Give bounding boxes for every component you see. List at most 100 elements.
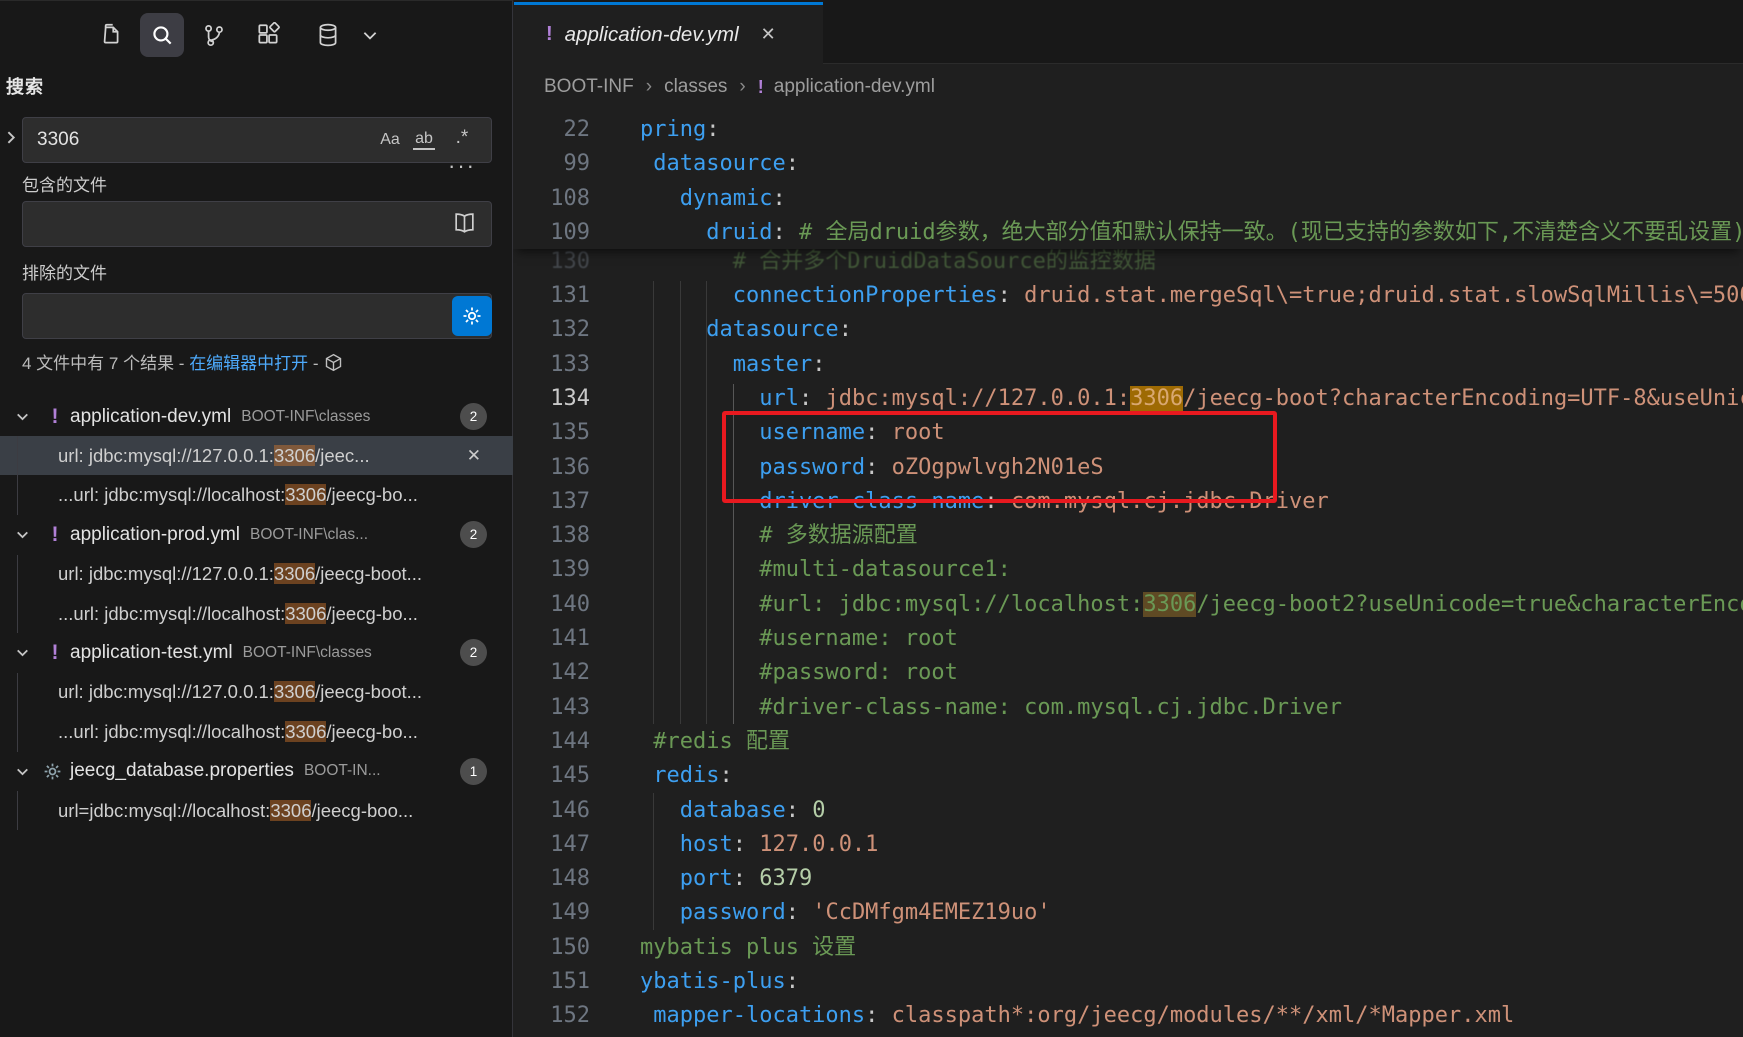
chevron-down-icon[interactable] — [14, 408, 32, 425]
match-result-row[interactable]: url=jdbc:mysql://localhost:3306/jeecg-bo… — [0, 791, 513, 830]
code-line-141[interactable]: 141 #username: root — [513, 621, 1743, 656]
breadcrumb: BOOT-INF › classes › ! application-dev.y… — [514, 64, 1743, 110]
match-result-row[interactable]: url: jdbc:mysql://127.0.0.1:3306/jeecg-b… — [0, 673, 513, 712]
match-result-row[interactable]: ...url: jdbc:mysql://localhost:3306/jeec… — [0, 476, 513, 515]
code-line-140[interactable]: 140 #url: jdbc:mysql://localhost:3306/je… — [513, 587, 1743, 622]
tree-indent-guide — [17, 791, 18, 830]
file-name: application-prod.yml — [70, 524, 240, 546]
match-text: url: jdbc:mysql://127.0.0.1:3306/jeecg-b… — [58, 681, 513, 703]
file-result-row[interactable]: !application-dev.ymlBOOT-INF\classes2 — [0, 397, 513, 436]
code-line-142[interactable]: 142 #password: root — [513, 655, 1743, 690]
code-line-99[interactable]: 99 datasource: — [513, 146, 1743, 181]
yaml-file-icon: ! — [546, 23, 553, 46]
code-line-147[interactable]: 147 host: 127.0.0.1 — [513, 827, 1743, 862]
code-line-145[interactable]: 145 redis: — [513, 758, 1743, 793]
tab-close-icon[interactable]: ✕ — [761, 24, 776, 45]
line-number: 135 — [513, 415, 590, 450]
code-line-136[interactable]: 136 password: oZOgpwlvgh2N01eS — [513, 450, 1743, 485]
code-line-108[interactable]: 108 dynamic: — [513, 181, 1743, 216]
line-content: mybatis plus 设置 — [640, 935, 856, 960]
line-number: 143 — [513, 690, 590, 725]
code-line-143[interactable]: 143 #driver-class-name: com.mysql.cj.jdb… — [513, 690, 1743, 725]
code-line-144[interactable]: 144 #redis 配置 — [513, 724, 1743, 759]
code-line-137[interactable]: 137 driver-class-name: com.mysql.cj.jdbc… — [513, 484, 1743, 519]
code-line-149[interactable]: 149 password: 'CcDMfgm4EMEZ19uo' — [513, 895, 1743, 930]
match-text: ...url: jdbc:mysql://localhost:3306/jeec… — [58, 721, 513, 743]
code-line-148[interactable]: 148 port: 6379 — [513, 861, 1743, 896]
match-result-row[interactable]: url: jdbc:mysql://127.0.0.1:3306/jeec...… — [0, 436, 513, 475]
breadcrumb-classes[interactable]: classes — [664, 76, 727, 98]
editor-indent-guide — [733, 384, 734, 724]
line-content: password: oZOgpwlvgh2N01eS — [640, 455, 1104, 480]
line-number: 133 — [513, 347, 590, 382]
code-line-135[interactable]: 135 username: root — [513, 415, 1743, 450]
file-result-row[interactable]: !application-prod.ymlBOOT-INF\clas...2 — [0, 515, 513, 554]
yaml-file-icon: ! — [42, 405, 68, 429]
line-number: 150 — [513, 930, 590, 965]
code-line-131[interactable]: 131 connectionProperties: druid.stat.mer… — [513, 278, 1743, 313]
code-line-150[interactable]: 150 mybatis plus 设置 — [513, 930, 1743, 965]
file-path: BOOT-INF\clas... — [250, 526, 460, 544]
code-line-132[interactable]: 132 datasource: — [513, 312, 1743, 347]
file-path: BOOT-INF\classes — [241, 408, 460, 426]
line-number: 140 — [513, 587, 590, 622]
line-content: password: 'CcDMfgm4EMEZ19uo' — [640, 900, 1051, 925]
line-content: database: 0 — [640, 798, 825, 823]
line-content: druid: # 全局druid参数，绝大部分值和默认保持一致。(现已支持的参数… — [640, 220, 1743, 245]
tab-application-dev-yml[interactable]: ! application-dev.yml ✕ — [514, 2, 823, 64]
chevron-down-icon[interactable] — [14, 526, 32, 543]
match-result-row[interactable]: url: jdbc:mysql://127.0.0.1:3306/jeecg-b… — [0, 555, 513, 594]
yaml-file-icon: ! — [758, 77, 764, 98]
code-line-109[interactable]: 109 druid: # 全局druid参数，绝大部分值和默认保持一致。(现已支… — [513, 215, 1743, 250]
code-line-138[interactable]: 138 # 多数据源配置 — [513, 518, 1743, 553]
properties-gear-icon — [42, 761, 68, 782]
breadcrumb-boot-inf[interactable]: BOOT-INF — [544, 76, 634, 98]
line-content: dynamic: — [640, 186, 786, 211]
line-content: host: 127.0.0.1 — [640, 832, 878, 857]
line-number: 148 — [513, 861, 590, 896]
line-content: #driver-class-name: com.mysql.cj.jdbc.Dr… — [640, 695, 1342, 720]
file-result-row[interactable]: !application-test.ymlBOOT-INF\classes2 — [0, 633, 513, 672]
file-name: jeecg_database.properties — [70, 760, 294, 782]
code-line-146[interactable]: 146 database: 0 — [513, 793, 1743, 828]
line-content: # 多数据源配置 — [640, 523, 918, 548]
match-count-badge: 1 — [460, 758, 487, 785]
file-result-row[interactable]: jeecg_database.propertiesBOOT-IN...1 — [0, 752, 513, 791]
tree-indent-guide — [17, 555, 18, 634]
code-line-153[interactable]: 153 global-config: — [513, 1033, 1743, 1037]
match-count-badge: 2 — [460, 639, 487, 666]
match-text: ...url: jdbc:mysql://localhost:3306/jeec… — [58, 603, 513, 625]
line-content: #url: jdbc:mysql://localhost:3306/jeecg-… — [640, 592, 1743, 617]
line-content: #multi-datasource1: — [640, 557, 1011, 582]
file-name: application-test.yml — [70, 642, 233, 664]
line-number: 134 — [513, 381, 590, 416]
match-count-badge: 2 — [460, 403, 487, 430]
file-path: BOOT-INF\classes — [243, 644, 460, 662]
code-line-133[interactable]: 133 master: — [513, 347, 1743, 382]
dismiss-match-icon[interactable]: ✕ — [467, 446, 481, 466]
code-line-139[interactable]: 139 #multi-datasource1: — [513, 552, 1743, 587]
match-result-row[interactable]: ...url: jdbc:mysql://localhost:3306/jeec… — [0, 594, 513, 633]
code-line-151[interactable]: 151ybatis-plus: — [513, 964, 1743, 999]
editor-indent-guide — [653, 793, 654, 930]
code-editor[interactable]: 130 # 合并多个DruidDataSource的监控数据131 connec… — [513, 110, 1743, 1037]
line-content: connectionProperties: druid.stat.mergeSq… — [640, 283, 1743, 308]
tab-title: application-dev.yml — [565, 23, 739, 47]
line-content: datasource: — [640, 317, 852, 342]
line-content: master: — [640, 352, 825, 377]
line-number: 139 — [513, 552, 590, 587]
match-text: url: jdbc:mysql://127.0.0.1:3306/jeecg-b… — [58, 563, 513, 585]
match-result-row[interactable]: ...url: jdbc:mysql://localhost:3306/jeec… — [0, 712, 513, 751]
chevron-down-icon[interactable] — [14, 644, 32, 661]
line-number: 138 — [513, 518, 590, 553]
breadcrumb-filename[interactable]: application-dev.yml — [774, 76, 935, 98]
code-line-134[interactable]: 134 url: jdbc:mysql://127.0.0.1:3306/jee… — [513, 381, 1743, 416]
chevron-down-icon[interactable] — [14, 763, 32, 780]
editor-indent-guide — [653, 281, 654, 724]
code-line-22[interactable]: 22pring: — [513, 112, 1743, 147]
line-content: #password: root — [640, 660, 958, 685]
search-sidebar: 搜索 Aa ab .* 包含的文件 ··· 排除的文件 4 文件中有 7 个结果 — [0, 0, 513, 1037]
line-number: 146 — [513, 793, 590, 828]
line-number: 145 — [513, 758, 590, 793]
code-line-152[interactable]: 152 mapper-locations: classpath*:org/jee… — [513, 998, 1743, 1033]
